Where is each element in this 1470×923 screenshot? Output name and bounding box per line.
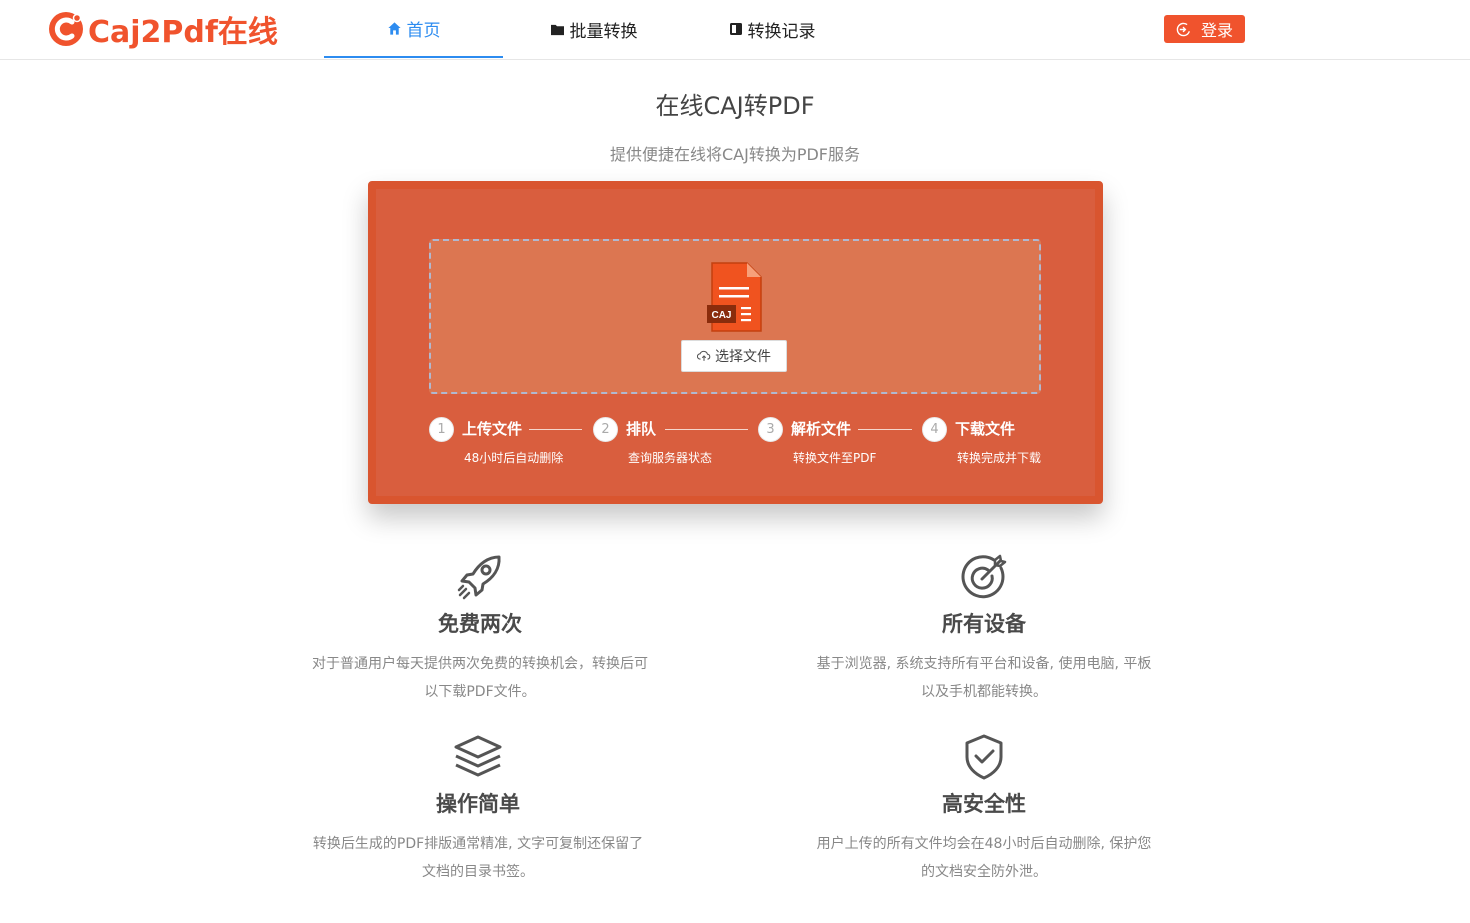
nav-record-label: 转换记录: [747, 21, 816, 42]
feature-desc-line: 以下载PDF文件。: [424, 684, 536, 700]
step-title: 上传文件: [462, 420, 523, 438]
step-connector: [529, 429, 582, 430]
feature-desc: 用户上传的所有文件均会在48小时后自动删除, 保护您 的文档安全防外泄。: [804, 830, 1164, 886]
file-dropzone[interactable]: CAJ 选择文件: [429, 239, 1041, 394]
feature-security: 高安全性 用户上传的所有文件均会在48小时后自动删除, 保护您 的文档安全防外泄…: [804, 732, 1164, 886]
layers-icon: [454, 735, 502, 777]
site-logo[interactable]: Caj2Pdf在线: [46, 7, 278, 51]
choose-file-label: 选择文件: [715, 349, 771, 365]
feature-desc-line: 基于浏览器, 系统支持所有平台和设备, 使用电脑, 平板: [816, 656, 1152, 672]
cloud-upload-icon: [697, 350, 711, 362]
shield-check-icon: [965, 734, 1003, 780]
nav-batch-convert[interactable]: 批量转换: [503, 0, 684, 58]
caj-file-icon: CAJ: [707, 262, 762, 332]
feature-desc: 基于浏览器, 系统支持所有平台和设备, 使用电脑, 平板 以及手机都能转换。: [804, 650, 1164, 706]
home-icon: [387, 21, 402, 36]
conversion-steps: 1 上传文件 48小时后自动删除 2 排队 查询服务器状态 3 解析文件 转换文…: [429, 417, 1049, 477]
target-icon: [961, 554, 1007, 599]
step-number: 1: [429, 417, 454, 442]
feature-title: 高安全性: [942, 792, 1026, 816]
login-icon: [1176, 22, 1191, 37]
feature-free: 免费两次 对于普通用户每天提供两次免费的转换机会，转换后可 以下载PDF文件。: [300, 552, 660, 706]
step-desc: 48小时后自动删除: [464, 451, 564, 465]
page-title: 在线CAJ转PDF: [655, 92, 815, 120]
page-subtitle: 提供便捷在线将CAJ转换为PDF服务: [609, 145, 860, 164]
choose-file-button[interactable]: 选择文件: [681, 340, 787, 372]
step-desc: 转换完成并下载: [957, 451, 1042, 465]
main-nav: 首页 批量转换 转换记录: [324, 0, 860, 60]
step-number: 4: [922, 417, 947, 442]
feature-desc-line: 的文档安全防外泄。: [921, 864, 1047, 880]
feature-desc-line: 对于普通用户每天提供两次免费的转换机会，转换后可: [312, 656, 648, 672]
logo-mark-icon: [49, 12, 83, 46]
caj-file-badge: CAJ: [711, 310, 731, 321]
feature-desc-line: 转换后生成的PDF排版通常精准, 文字可复制还保留了: [312, 836, 644, 852]
feature-all-devices: 所有设备 基于浏览器, 系统支持所有平台和设备, 使用电脑, 平板 以及手机都能…: [804, 552, 1164, 706]
feature-title: 免费两次: [438, 612, 522, 636]
upload-panel: CAJ 选择文件 1 上传文件 48小时后自动删除 2 排队 查询服务器状态 3…: [368, 181, 1103, 504]
feature-desc-line: 用户上传的所有文件均会在48小时后自动删除, 保护您: [816, 836, 1152, 852]
step-connector: [858, 429, 912, 430]
step-number: 2: [593, 417, 618, 442]
step-title: 排队: [626, 420, 657, 438]
feature-desc-line: 文档的目录书签。: [422, 864, 534, 880]
nav-convert-record[interactable]: 转换记录: [684, 0, 860, 58]
feature-title: 所有设备: [942, 612, 1026, 636]
feature-desc: 转换后生成的PDF排版通常精准, 文字可复制还保留了 文档的目录书签。: [298, 830, 658, 886]
step-title: 下载文件: [955, 420, 1016, 438]
logo-text: Caj2Pdf在线: [88, 15, 278, 50]
folder-icon: [550, 23, 565, 36]
feature-desc: 对于普通用户每天提供两次免费的转换机会，转换后可 以下载PDF文件。: [300, 650, 660, 706]
nav-batch-label: 批量转换: [569, 21, 638, 42]
nav-home-label: 首页: [406, 20, 441, 41]
step-title: 解析文件: [791, 420, 852, 438]
login-button[interactable]: 登录: [1164, 15, 1245, 43]
step-number: 3: [758, 417, 783, 442]
step-connector: [665, 429, 748, 430]
rocket-icon: [457, 555, 501, 600]
login-label: 登录: [1200, 21, 1233, 40]
record-icon: [729, 22, 743, 36]
top-header: Caj2Pdf在线 首页 批量转换 转换记录 登录: [0, 0, 1470, 60]
feature-simple: 操作简单 转换后生成的PDF排版通常精准, 文字可复制还保留了 文档的目录书签。: [298, 732, 658, 886]
nav-home[interactable]: 首页: [324, 0, 503, 58]
feature-title: 操作简单: [436, 792, 520, 816]
step-desc: 查询服务器状态: [628, 451, 713, 465]
step-desc: 转换文件至PDF: [793, 451, 877, 465]
feature-desc-line: 以及手机都能转换。: [921, 684, 1047, 700]
